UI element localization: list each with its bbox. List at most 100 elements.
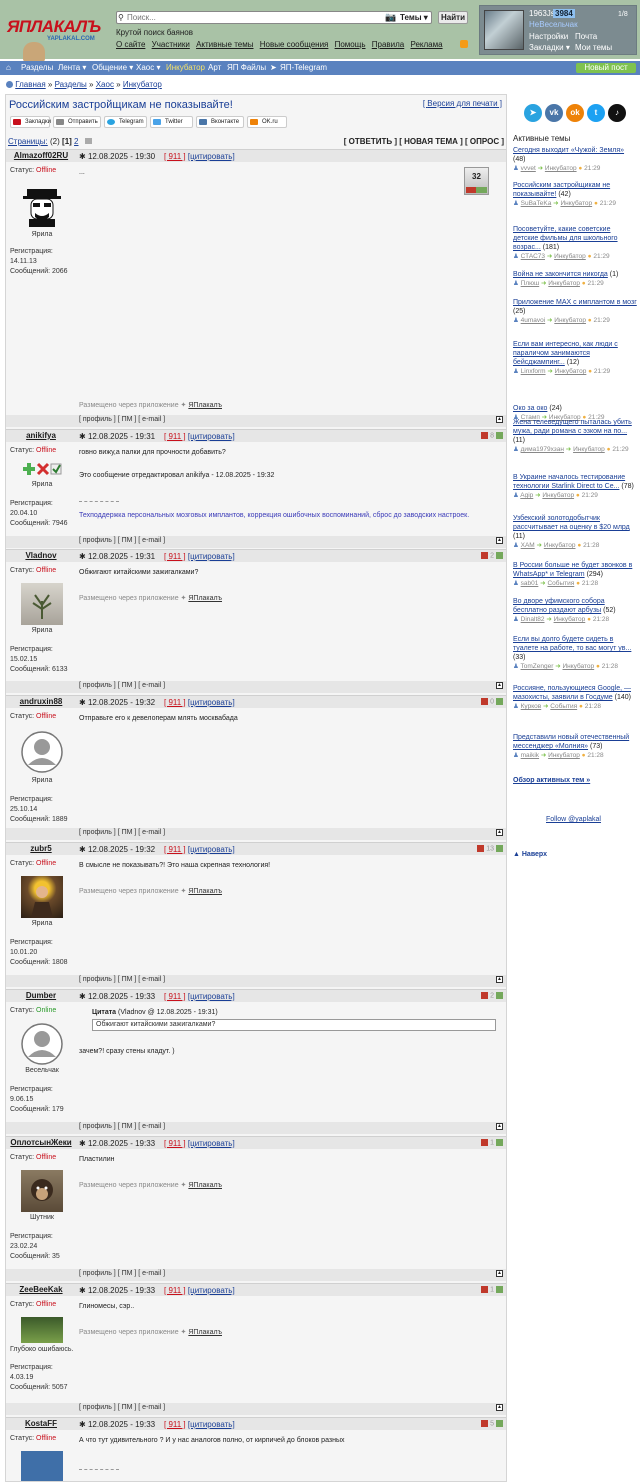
post-author[interactable]: Vladnov xyxy=(6,551,76,560)
active-topic-user[interactable]: SuBaTeKa xyxy=(521,200,552,207)
vote-up-button[interactable] xyxy=(496,1420,503,1427)
post-link-icon[interactable]: ✱ xyxy=(79,1286,86,1295)
scroll-top-icon[interactable]: ▲ xyxy=(496,829,503,836)
rss-icon[interactable] xyxy=(460,40,468,48)
all-active-topics-link[interactable]: Обзор активных тем » xyxy=(513,777,590,784)
nav-active-topics[interactable]: Активные темы xyxy=(196,40,253,49)
user-mail-link[interactable]: Почта xyxy=(575,32,597,41)
active-topic-user[interactable]: дима1979хзан xyxy=(521,446,564,453)
scroll-top-icon[interactable]: ▲ xyxy=(496,682,503,689)
post-number[interactable]: [ 911 ] xyxy=(164,698,186,707)
nav-chaos[interactable]: Хаос ▾ xyxy=(136,63,160,72)
quote-link[interactable]: [цитировать] xyxy=(188,1420,235,1429)
active-topic-section[interactable]: Инкубатор xyxy=(548,752,580,759)
vote-down-button[interactable] xyxy=(481,1286,489,1293)
post-footer-links[interactable]: [ профиль ] [ ПМ ] [ e-mail ] xyxy=(79,1123,165,1130)
active-topic-section[interactable]: Инкубатор xyxy=(562,663,594,670)
vote-down-button[interactable] xyxy=(481,1139,489,1146)
post-number[interactable]: [ 911 ] xyxy=(164,845,186,854)
vote-down-button[interactable] xyxy=(481,992,489,999)
post-author[interactable]: Almazoff02RU xyxy=(6,151,76,160)
vote-up-button[interactable] xyxy=(476,187,487,193)
active-topic-section[interactable]: Инкубатор xyxy=(573,446,605,453)
follow-twitter-link[interactable]: Follow @yaplakal xyxy=(546,816,601,823)
nav-feed[interactable]: Лента ▾ xyxy=(58,63,86,72)
back-to-top-link[interactable]: ▲ Наверх xyxy=(513,851,547,858)
post-link-icon[interactable]: ✱ xyxy=(79,1139,86,1148)
avatar[interactable] xyxy=(21,1170,63,1212)
post-link-icon[interactable]: ✱ xyxy=(79,845,86,854)
post-footer-links[interactable]: [ профиль ] [ ПМ ] [ e-mail ] xyxy=(79,416,165,423)
active-topic-title[interactable]: Око за око xyxy=(513,405,547,412)
twitter-social-icon[interactable]: t xyxy=(587,104,605,122)
active-topic-user[interactable]: maikik xyxy=(521,752,539,759)
new-post-button[interactable]: Новый пост xyxy=(576,63,636,73)
post-footer-links[interactable]: [ профиль ] [ ПМ ] [ e-mail ] xyxy=(79,1404,165,1411)
active-topic-user[interactable]: Agip xyxy=(520,492,533,499)
vote-down-button[interactable] xyxy=(481,1420,489,1427)
post-author[interactable]: Dumber xyxy=(6,991,76,1000)
vk-social-icon[interactable]: vk xyxy=(545,104,563,122)
active-topic-user[interactable]: Dinalt82 xyxy=(521,616,545,623)
scroll-top-icon[interactable]: ▲ xyxy=(496,1404,503,1411)
post-link-icon[interactable]: ✱ xyxy=(79,152,86,161)
post-author[interactable]: ZeeBeeKak xyxy=(6,1285,76,1294)
active-topic-title[interactable]: Жена телеведущего пыталась убить мужа, р… xyxy=(513,419,632,435)
active-topic-user[interactable]: vvvet xyxy=(521,165,536,172)
active-topic-title[interactable]: В России больше не будет звонков в Whats… xyxy=(513,562,632,578)
breadcrumb-sections[interactable]: Разделы xyxy=(55,80,87,89)
post-footer-links[interactable]: [ профиль ] [ ПМ ] [ e-mail ] xyxy=(79,1270,165,1277)
search-scope-select[interactable]: Темы ▾ xyxy=(400,13,428,22)
active-topic-user[interactable]: СТАС73 xyxy=(521,253,545,260)
avatar[interactable] xyxy=(21,731,63,773)
post-number[interactable]: [ 911 ] xyxy=(164,152,186,161)
nav-chat[interactable]: Общение ▾ xyxy=(92,63,133,72)
avatar[interactable] xyxy=(21,876,63,918)
nav-members[interactable]: Участники xyxy=(152,40,190,49)
post-footer-links[interactable]: [ профиль ] [ ПМ ] [ e-mail ] xyxy=(79,829,165,836)
active-topic-section[interactable]: Инкубатор xyxy=(554,616,586,623)
active-topic-section[interactable]: События xyxy=(547,580,574,587)
post-footer-links[interactable]: [ профиль ] [ ПМ ] [ e-mail ] xyxy=(79,682,165,689)
search-input[interactable] xyxy=(117,12,362,23)
page-2[interactable]: 2 xyxy=(74,137,78,146)
active-topic-title[interactable]: Во дворе уфимского собора бесплатно разд… xyxy=(513,598,605,614)
share-twitter[interactable]: Twitter xyxy=(150,116,193,128)
site-logo[interactable]: ЯПЛАКАЛЪ YAPLAKAL.COM xyxy=(3,14,107,62)
active-topic-section[interactable]: Инкубатор xyxy=(544,542,576,549)
user-avatar[interactable] xyxy=(484,10,524,50)
nav-incubator[interactable]: Инкубатор xyxy=(166,63,205,72)
app-link[interactable]: ЯПлакалъ xyxy=(188,888,222,895)
breadcrumb-chaos[interactable]: Хаос xyxy=(96,80,114,89)
scroll-top-icon[interactable]: ▲ xyxy=(496,1123,503,1130)
app-link[interactable]: ЯПлакалъ xyxy=(188,1329,222,1336)
share-send[interactable]: Отправить xyxy=(53,116,101,128)
active-topic-title[interactable]: Война не закончится никогда xyxy=(513,271,608,278)
share-bookmarks[interactable]: Закладки xyxy=(10,116,51,128)
vote-up-button[interactable] xyxy=(496,1139,503,1146)
nav-help[interactable]: Помощь xyxy=(335,40,366,49)
avatar[interactable] xyxy=(21,461,63,479)
post-link-icon[interactable]: ✱ xyxy=(79,432,86,441)
app-link[interactable]: ЯПлакалъ xyxy=(188,595,222,602)
active-topic-section[interactable]: Инкубатор xyxy=(548,280,580,287)
post-author[interactable]: ОплотсынЖеки xyxy=(6,1138,76,1147)
quote-link[interactable]: [цитировать] xyxy=(188,152,235,161)
nav-about[interactable]: О сайте xyxy=(116,40,145,49)
active-topic-title[interactable]: Представили новый отечественный мессендж… xyxy=(513,734,629,750)
active-topic-section[interactable]: Инкубатор xyxy=(555,368,587,375)
quote-link[interactable]: [цитировать] xyxy=(188,1139,235,1148)
user-settings-link[interactable]: Настройки xyxy=(529,32,568,41)
active-topic-user[interactable]: ХАМ xyxy=(521,542,535,549)
vote-up-button[interactable] xyxy=(496,1286,503,1293)
post-footer-links[interactable]: [ профиль ] [ ПМ ] [ e-mail ] xyxy=(79,537,165,544)
post-number[interactable]: [ 911 ] xyxy=(164,1420,186,1429)
post-author[interactable]: KostaFF xyxy=(6,1419,76,1428)
user-name[interactable]: 1963Js xyxy=(529,9,555,18)
post-author[interactable]: andruxin88 xyxy=(6,697,76,706)
nav-telegram[interactable]: ЯП-Telegram xyxy=(280,63,327,72)
user-messages-indicator[interactable]: 1/8 xyxy=(618,11,628,18)
scroll-top-icon[interactable]: ▲ xyxy=(496,416,503,423)
topic-actions[interactable]: [ ОТВЕТИТЬ ] [ НОВАЯ ТЕМА ] [ ОПРОС ] xyxy=(344,137,504,146)
active-topic-user[interactable]: Linxform xyxy=(521,368,546,375)
